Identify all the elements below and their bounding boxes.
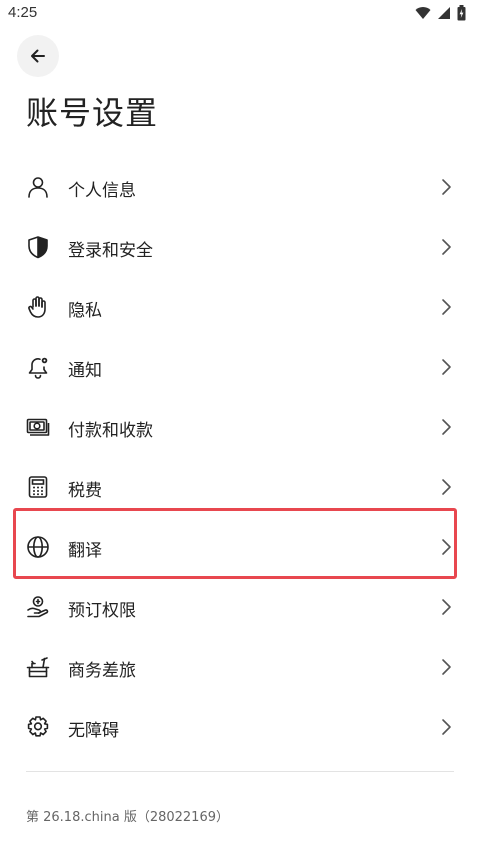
status-icons — [415, 5, 466, 21]
money-icon — [26, 415, 50, 439]
menu-item-notifications[interactable]: 通知 — [0, 337, 480, 397]
status-time: 4:25 — [8, 4, 38, 21]
chevron-right-icon — [436, 717, 456, 737]
menu-item-label: 税费 — [68, 481, 102, 501]
divider — [26, 771, 454, 772]
settings-menu: 个人信息 登录和安全 隐私 通知 付款和收款 税费 翻译 预订权限 商务差旅 无… — [0, 157, 480, 757]
person-icon — [26, 175, 50, 199]
back-button[interactable] — [17, 35, 59, 77]
menu-item-accessibility[interactable]: 无障碍 — [0, 697, 480, 757]
version-text: 第 26.18.china 版（28022169） — [26, 810, 229, 825]
menu-item-login-security[interactable]: 登录和安全 — [0, 217, 480, 277]
menu-item-label: 商务差旅 — [68, 661, 136, 681]
menu-item-label: 个人信息 — [68, 181, 136, 201]
menu-item-label: 预订权限 — [68, 601, 136, 621]
chevron-right-icon — [436, 357, 456, 377]
menu-item-label: 付款和收款 — [68, 421, 153, 441]
menu-item-privacy[interactable]: 隐私 — [0, 277, 480, 337]
hand-holding-icon — [26, 595, 50, 619]
arrow-left-icon — [31, 49, 45, 63]
chevron-right-icon — [436, 597, 456, 617]
gear-icon — [26, 715, 50, 739]
status-bar: 4:25 — [0, 0, 480, 26]
page-title: 账号设置 — [26, 94, 159, 132]
chevron-right-icon — [436, 477, 456, 497]
menu-item-payments[interactable]: 付款和收款 — [0, 397, 480, 457]
chevron-right-icon — [436, 237, 456, 257]
hand-icon — [26, 295, 50, 319]
chevron-right-icon — [436, 417, 456, 437]
menu-item-label: 通知 — [68, 361, 102, 381]
bell-settings-icon — [26, 355, 50, 379]
shield-icon — [26, 235, 50, 259]
wifi-icon — [415, 7, 431, 20]
menu-item-business-travel[interactable]: 商务差旅 — [0, 637, 480, 697]
chevron-right-icon — [436, 297, 456, 317]
menu-item-label: 登录和安全 — [68, 241, 153, 261]
highlight-box — [13, 508, 457, 579]
signal-icon — [438, 7, 450, 19]
desk-icon — [26, 655, 50, 679]
chevron-right-icon — [436, 177, 456, 197]
calculator-icon — [26, 475, 50, 499]
battery-icon — [457, 5, 466, 21]
menu-item-label: 隐私 — [68, 301, 102, 321]
chevron-right-icon — [436, 657, 456, 677]
menu-item-booking-permissions[interactable]: 预订权限 — [0, 577, 480, 637]
menu-item-label: 无障碍 — [68, 721, 119, 741]
menu-item-personal-info[interactable]: 个人信息 — [0, 157, 480, 217]
